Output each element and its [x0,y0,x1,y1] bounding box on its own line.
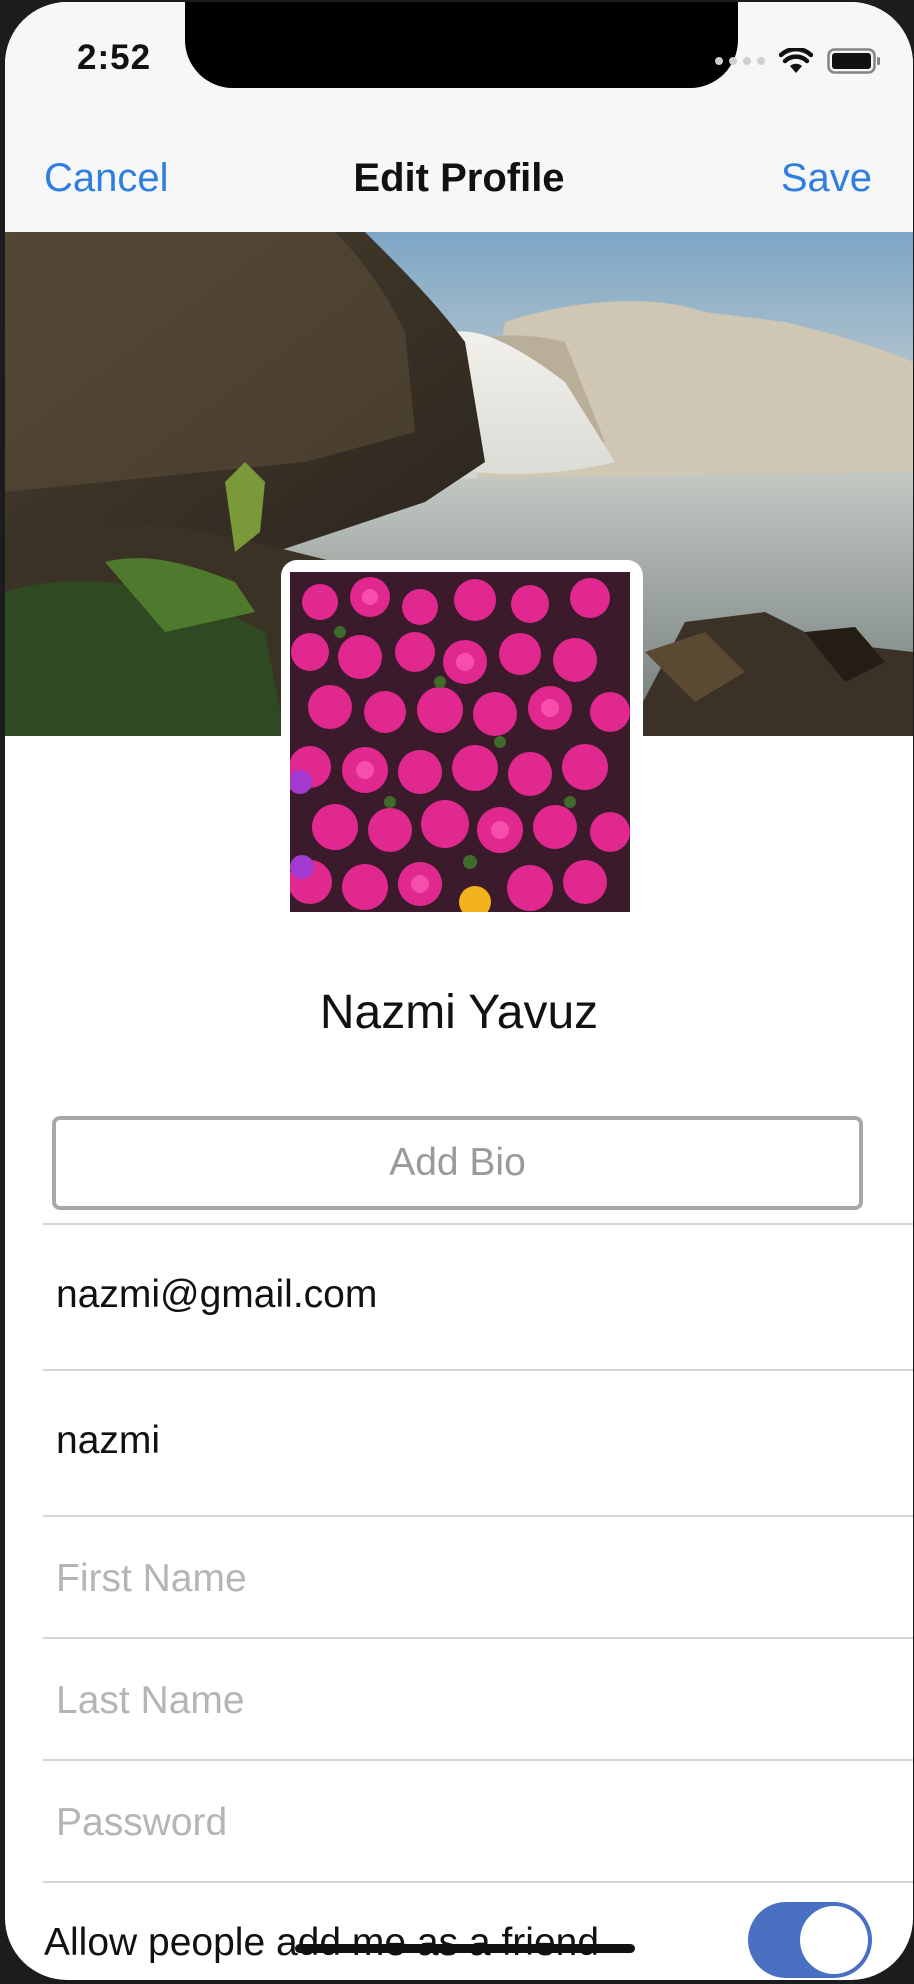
last-name-field[interactable] [56,1679,856,1723]
navigation-bar: 2:52 Cancel Edit Profile Save [5,2,913,232]
page-title: Edit Profile [353,156,565,200]
signal-icon [715,57,765,65]
battery-icon [827,48,881,74]
email-field[interactable] [56,1273,856,1317]
wifi-icon [779,48,813,74]
friend-toggle-switch[interactable] [748,1902,872,1978]
password-row [43,1761,913,1883]
last-name-row [43,1639,913,1761]
notch [185,2,738,88]
profile-photo[interactable] [290,572,630,912]
email-row [43,1225,913,1371]
username-field[interactable] [56,1419,856,1463]
home-indicator[interactable] [295,1944,635,1953]
status-time: 2:52 [77,38,152,77]
first-name-field[interactable] [56,1557,856,1601]
phone-screen: 2:52 Cancel Edit Profile Save Nazmi Yavu… [5,2,913,1980]
toggle-knob [800,1906,868,1974]
profile-name: Nazmi Yavuz [319,986,599,1039]
friend-toggle-label: Allow people add me as a friend [44,1921,600,1964]
username-row [43,1371,913,1517]
status-icons [715,46,881,76]
password-field[interactable] [56,1801,856,1845]
first-name-row [43,1517,913,1639]
add-bio-button[interactable]: Add Bio [52,1116,863,1210]
save-button[interactable]: Save [781,156,872,201]
